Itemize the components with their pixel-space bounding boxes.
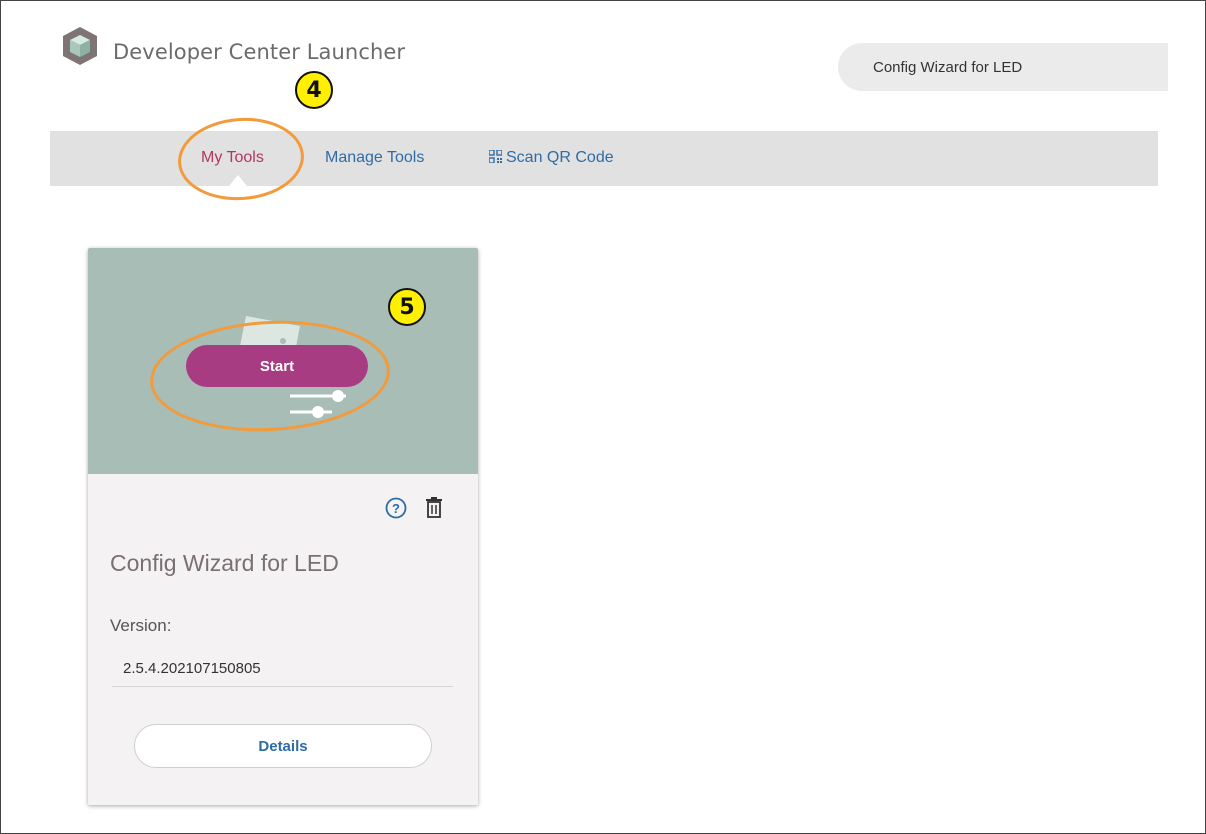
- step-badge-5: 5: [388, 288, 426, 326]
- search-value: Config Wizard for LED: [873, 58, 1023, 76]
- app-title: Developer Center Launcher: [113, 40, 406, 64]
- trash-icon[interactable]: [423, 496, 445, 518]
- svg-text:?: ?: [392, 501, 400, 516]
- active-tab-caret: [229, 175, 247, 186]
- version-label: Version:: [110, 616, 172, 635]
- tab-scan-qr-code[interactable]: Scan QR Code: [489, 149, 614, 167]
- details-button[interactable]: Details: [134, 724, 432, 768]
- help-icon[interactable]: ?: [385, 497, 407, 519]
- tool-name: Config Wizard for LED: [110, 550, 339, 576]
- tab-manage-tools[interactable]: Manage Tools: [325, 149, 424, 167]
- cube-logo-icon: [63, 27, 97, 65]
- tab-my-tools[interactable]: My Tools: [201, 149, 264, 167]
- start-button[interactable]: Start: [186, 345, 368, 387]
- version-divider: [112, 686, 453, 687]
- step-badge-4: 4: [295, 71, 333, 109]
- search-field[interactable]: Config Wizard for LED: [838, 43, 1168, 91]
- tab-scan-qr-code-label: Scan QR Code: [506, 149, 614, 166]
- tool-card: Start ? Config Wizard for LED Version: 2…: [88, 248, 478, 805]
- qr-code-icon: [489, 150, 502, 163]
- tool-card-banner: Start: [88, 248, 478, 474]
- version-value: 2.5.4.202107150805: [123, 660, 261, 677]
